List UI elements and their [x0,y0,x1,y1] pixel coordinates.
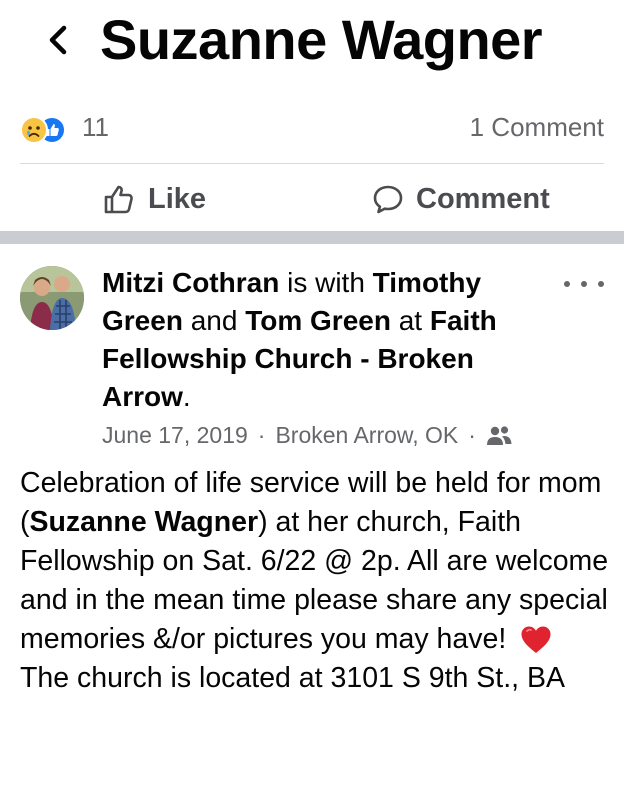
like-button[interactable]: Like [102,176,206,222]
reaction-summary: 11 1 Comment [0,108,624,148]
and-text: and [182,305,246,336]
with-text: is with [279,267,373,298]
sad-reaction-icon [20,116,48,144]
more-dots-icon [598,281,604,287]
post-meta: June 17, 2019 · Broken Arrow, OK · [102,422,512,449]
reaction-icons[interactable] [20,116,78,144]
post-text: The church is located at 3101 S 9th St.,… [20,662,565,694]
red-heart-icon [521,626,551,654]
action-bar: Like Comment [0,168,624,230]
post-author-link[interactable]: Mitzi Cothran [102,267,279,298]
post-date[interactable]: June 17, 2019 [102,422,248,449]
end-punctuation: . [182,381,191,412]
page-title: Suzanne Wagner [100,8,543,71]
friends-icon[interactable] [486,425,512,447]
section-divider [0,231,624,244]
reaction-count[interactable]: 11 [82,112,109,143]
like-label: Like [148,182,207,215]
comment-count-link[interactable]: 1 Comment [470,112,604,143]
post-header: Mitzi Cothran is with Timothy Green and … [102,264,552,416]
comment-label: Comment [416,182,550,215]
post-text-bold: Suzanne Wagner [29,506,259,538]
comment-button[interactable]: Comment [372,176,550,222]
thumbs-up-icon [104,185,133,214]
header-bar: Suzanne Wagner [0,0,624,86]
speech-bubble-icon [373,185,403,214]
avatar[interactable] [20,266,84,330]
chevron-left-icon [49,25,67,55]
post: Mitzi Cothran is with Timothy Green and … [0,244,624,809]
post-location[interactable]: Broken Arrow, OK [275,422,458,449]
more-dots-icon [581,281,587,287]
back-button[interactable] [40,18,76,62]
more-options-button[interactable] [564,274,604,294]
meta-separator: · [257,422,266,448]
at-text: at [390,305,430,336]
more-dots-icon [564,281,570,287]
tagged-user-link[interactable]: Tom Green [245,305,391,336]
meta-separator: · [468,422,476,448]
divider [20,163,604,164]
post-body: Celebration of life service will be held… [20,464,616,698]
